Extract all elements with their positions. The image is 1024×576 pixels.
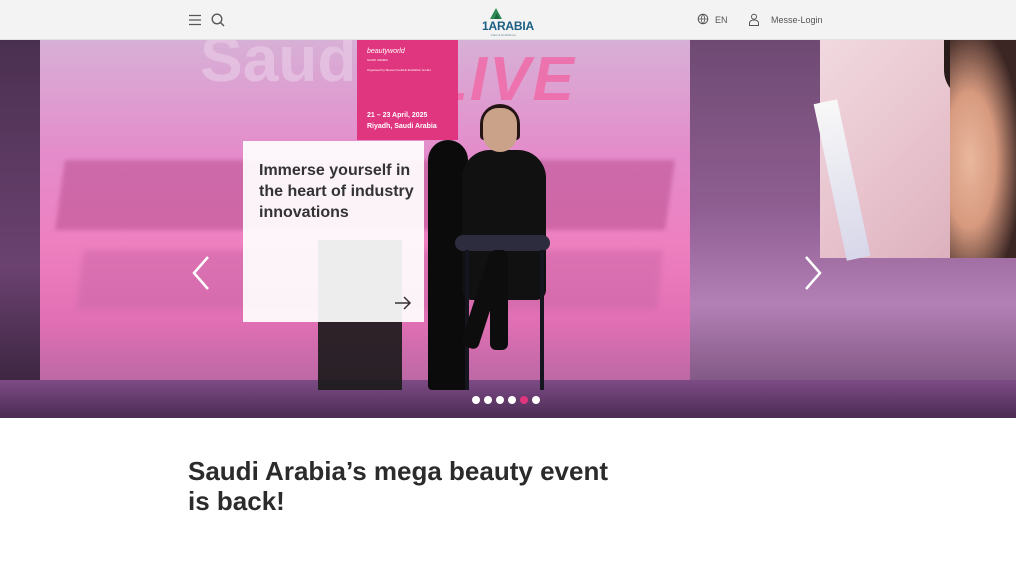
event-poster: beautyworld SAUDI ARABIA Organised by Me… <box>357 40 458 140</box>
teaser-text: Immerse yourself in the heart of industr… <box>259 162 414 221</box>
poster-organizer: Organised by Messe Frankfurt Exhibition … <box>367 68 431 72</box>
chevron-left-icon[interactable] <box>190 254 212 292</box>
arrow-right-icon[interactable] <box>393 293 413 313</box>
poster-brand: beautyworld <box>367 48 405 55</box>
carousel-dot[interactable] <box>484 396 492 404</box>
carousel-dot[interactable] <box>496 396 504 404</box>
carousel-dot[interactable] <box>520 396 528 404</box>
hamburger-menu-icon[interactable] <box>186 11 204 29</box>
page-headline: Saudi Arabia’s mega beauty event is back… <box>188 456 608 516</box>
carousel-dot[interactable] <box>532 396 540 404</box>
carousel-pagination <box>472 396 540 404</box>
screen-model-face <box>950 40 1016 258</box>
language-label: EN <box>715 15 728 25</box>
language-switcher[interactable]: EN <box>697 11 728 29</box>
user-icon <box>748 13 760 28</box>
globe-icon <box>697 13 709 27</box>
login-link[interactable]: Messe-Login <box>748 11 823 29</box>
chevron-right-icon[interactable] <box>802 254 824 292</box>
site-logo[interactable]: 1ARABIA Fairs & Exhibitions <box>476 5 540 37</box>
hero-carousel: Saudi LIVE beautyworld SAUDI ARABIA Orga… <box>0 40 1016 418</box>
logo-wordmark: 1ARABIA <box>482 19 534 33</box>
poster-subtitle: SAUDI ARABIA <box>367 58 388 62</box>
search-icon[interactable] <box>209 11 227 29</box>
bar-stool-seat <box>455 235 550 251</box>
logo-tagline: Fairs & Exhibitions <box>491 33 516 37</box>
backdrop-lettering: Saudi <box>200 40 375 95</box>
carousel-dot[interactable] <box>508 396 516 404</box>
carousel-dot[interactable] <box>472 396 480 404</box>
poster-date: 21 – 23 April, 2025 <box>367 112 428 119</box>
model-head <box>483 108 517 152</box>
poster-location: Riyadh, Saudi Arabia <box>367 123 437 130</box>
login-label: Messe-Login <box>771 15 823 25</box>
bar-stool-leg <box>540 250 544 390</box>
site-header: 1ARABIA Fairs & Exhibitions EN Messe-Log… <box>0 0 1016 40</box>
model-leg <box>490 250 508 350</box>
hero-teaser-card[interactable]: Immerse yourself in the heart of industr… <box>243 141 424 322</box>
stage-left-wall <box>0 40 40 418</box>
